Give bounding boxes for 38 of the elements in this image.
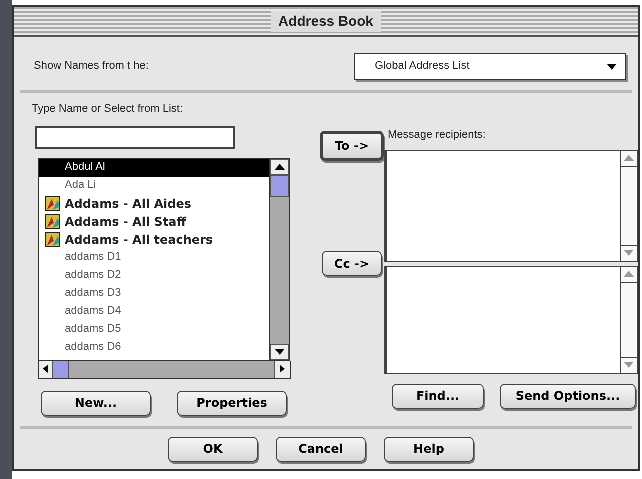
address-list-dropdown[interactable]: Global Address List (354, 53, 626, 80)
scroll-up-icon[interactable] (274, 164, 284, 170)
dialog-button[interactable]: New... (41, 390, 151, 416)
dialog-button[interactable]: Cancel (276, 436, 366, 462)
group-icon (45, 196, 61, 212)
list-item[interactable]: Addams - All Staff (39, 212, 269, 230)
list-item[interactable]: addams D2 (39, 266, 269, 284)
list-item[interactable]: addams D1 (39, 248, 269, 266)
dialog-button[interactable]: Find... (392, 384, 484, 408)
scroll-thumb[interactable] (53, 360, 69, 378)
list-item[interactable]: addams D3 (39, 284, 269, 302)
list-item[interactable]: addams D6 (39, 338, 269, 356)
cc-button[interactable]: Cc -> (322, 251, 382, 276)
group-icon (45, 214, 61, 230)
dialog-button[interactable]: Properties (177, 390, 287, 416)
scroll-left-icon[interactable] (43, 365, 48, 373)
field-label: Message recipients: (388, 128, 487, 143)
list-item[interactable]: Abdul Al (39, 158, 269, 176)
list-item[interactable]: Addams - All teachers (39, 230, 269, 248)
dialog-button[interactable]: Help (384, 436, 474, 462)
window-title: Address Book (270, 10, 382, 32)
vertical-scrollbar[interactable] (270, 158, 290, 360)
list-item[interactable]: Ada Li (39, 176, 269, 194)
scroll-thumb[interactable] (270, 174, 289, 196)
group-icon (45, 232, 61, 248)
list-item[interactable]: addams D5 (39, 320, 269, 338)
to-button[interactable]: To -> (320, 131, 384, 161)
scroll-down-icon[interactable] (274, 348, 284, 354)
list-item[interactable]: addams D4 (39, 302, 269, 320)
field-label: Type Name or Select from List: (32, 102, 184, 117)
dropdown-arrow-icon[interactable] (607, 64, 617, 70)
name-search-field[interactable] (35, 126, 235, 148)
list-item[interactable]: Addams - All Aides (39, 194, 269, 212)
scroll-right-icon[interactable] (280, 365, 285, 373)
field-label: Show Names from t he: (34, 59, 149, 74)
horizontal-scrollbar[interactable] (38, 360, 291, 378)
dialog-button[interactable]: Send Options... (500, 384, 636, 408)
dialog-button[interactable]: OK (168, 436, 258, 462)
